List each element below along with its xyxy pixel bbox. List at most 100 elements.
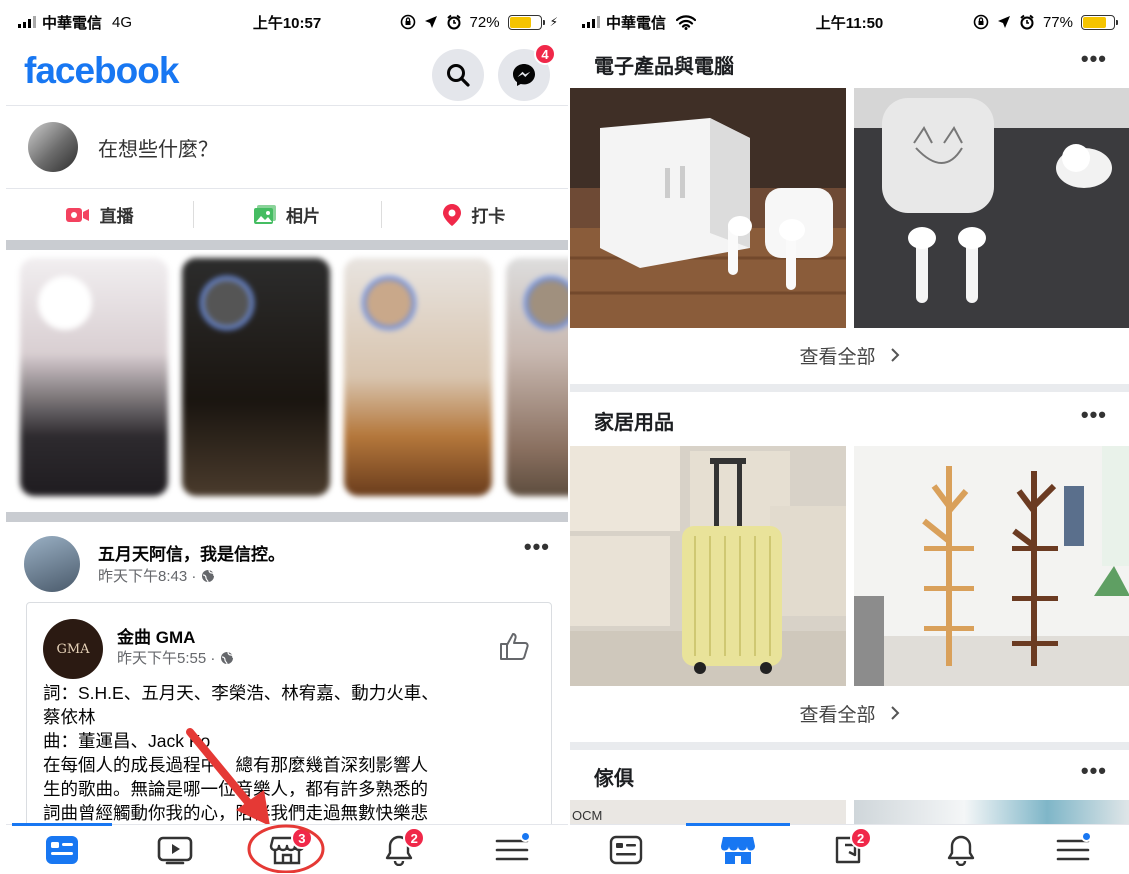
battery-icon (1081, 14, 1118, 30)
photo-button[interactable]: 相片 (193, 189, 380, 240)
tab-notifications[interactable]: 2 (343, 825, 455, 874)
marketplace-icon (720, 836, 755, 864)
cell-signal-icon (18, 16, 36, 28)
post-timestamp: 昨天下午8:43 · (98, 565, 215, 586)
home-feed-icon (609, 835, 643, 864)
category-title[interactable]: 傢俱 (594, 762, 634, 791)
live-video-button[interactable]: 直播 (6, 189, 193, 240)
wifi-icon (676, 14, 697, 30)
see-all-electronics-link[interactable]: 查看全部 (570, 330, 1129, 380)
create-story-avatar (38, 276, 92, 330)
composer-actions: 直播 相片 打卡 (6, 188, 568, 240)
battery-percent: 72% (469, 13, 500, 31)
tab-notifications[interactable] (905, 825, 1017, 874)
tab-pages[interactable]: 2 (794, 825, 906, 874)
tab-menu[interactable] (456, 825, 568, 874)
location-icon (424, 16, 437, 28)
alarm-icon (446, 14, 461, 30)
section-divider (570, 742, 1129, 750)
carrier-name: 中華電信 (42, 14, 103, 32)
story-card[interactable] (344, 258, 492, 496)
menu-dot-indicator (1081, 831, 1093, 842)
tab-home[interactable] (570, 825, 682, 874)
messenger-icon (513, 64, 535, 86)
charging-icon: ⚡ (549, 15, 558, 29)
tab-watch[interactable] (118, 825, 230, 874)
annotation-arrow (186, 728, 270, 826)
bell-icon (948, 835, 975, 866)
story-card[interactable] (20, 258, 168, 496)
thumbs-up-icon (500, 633, 529, 660)
shared-post[interactable]: GMA 金曲 GMA 昨天下午5:55 · 詞：S.H.E、五月天、李榮浩、林宥… (26, 602, 552, 842)
status-bar: 中華電信 4G 上午10:57 72% ⚡ (6, 0, 568, 44)
network-type: 4G (112, 13, 133, 31)
marketplace-screen: 中華電信 上午11:50 77% 電子產品與電腦 ••• 查看全部 家居用品 •… (570, 0, 1129, 874)
search-icon (447, 64, 470, 87)
category-title[interactable]: 家居用品 (594, 406, 674, 435)
post-author-avatar[interactable] (24, 536, 80, 592)
battery-icon (507, 14, 545, 30)
story-avatar (362, 276, 416, 330)
battery-percent: 77% (1042, 13, 1073, 31)
photo-label: 相片 (285, 207, 320, 226)
product-tile-airpods-case[interactable] (854, 88, 1129, 328)
see-all-home-goods-link[interactable]: 查看全部 (570, 688, 1129, 738)
clock: 上午11:50 (815, 14, 884, 32)
facebook-logo: facebook (24, 50, 179, 91)
post-author-name[interactable]: 五月天阿信，我是信控。 (98, 540, 285, 565)
like-button[interactable] (499, 631, 531, 666)
story-card[interactable] (182, 258, 330, 496)
alarm-icon (1020, 14, 1034, 30)
notification-badge: 2 (403, 827, 426, 849)
check-in-button[interactable]: 打卡 (380, 189, 568, 240)
bottom-tab-bar: 2 (570, 823, 1129, 874)
cell-signal-icon (582, 16, 600, 28)
post-text-line: 詞：S.H.E、五月天、李榮浩、林宥嘉、動力火車、 (43, 683, 439, 703)
post-more-button[interactable]: ••• (524, 534, 550, 560)
product-tile-airpods[interactable] (570, 88, 846, 328)
stories-tray (6, 258, 568, 506)
check-in-label: 打卡 (471, 207, 506, 226)
composer-placeholder[interactable]: 在想些什麼？ (98, 133, 218, 162)
live-video-icon (65, 207, 89, 222)
clock: 上午10:57 (252, 14, 322, 32)
see-all-label: 查看全部 (799, 704, 876, 726)
story-avatar (200, 276, 254, 330)
gma-logo[interactable]: GMA (43, 619, 103, 679)
story-avatar (524, 276, 568, 330)
home-feed-icon (46, 835, 79, 864)
globe-icon (220, 651, 234, 665)
category-more-button[interactable]: ••• (1081, 758, 1107, 784)
user-avatar[interactable] (28, 122, 78, 172)
tab-marketplace[interactable]: 3 (231, 824, 343, 874)
category-more-button[interactable]: ••• (1081, 402, 1107, 428)
search-button[interactable] (432, 49, 484, 101)
tab-menu[interactable] (1017, 825, 1129, 874)
post-time: 昨天下午8:43 · (98, 568, 201, 585)
category-more-button[interactable]: ••• (1081, 46, 1107, 72)
orientation-lock-icon (973, 14, 989, 30)
section-divider (570, 384, 1129, 392)
see-all-label: 查看全部 (799, 346, 876, 368)
section-divider (6, 240, 568, 250)
live-video-label: 直播 (99, 207, 134, 226)
category-title[interactable]: 電子產品與電腦 (594, 50, 734, 79)
app-header: facebook 4 (6, 43, 568, 106)
carrier-name: 中華電信 (606, 14, 667, 32)
chevron-right-icon (890, 706, 899, 720)
watch-video-icon (157, 836, 192, 864)
feed-post-header: 五月天阿信，我是信控。 昨天下午8:43 · ••• (6, 532, 568, 592)
bottom-tab-bar: 3 2 (6, 823, 568, 874)
story-card[interactable] (506, 258, 568, 496)
product-tile-suitcase[interactable] (570, 446, 846, 686)
shared-author-name[interactable]: 金曲 GMA (117, 623, 195, 648)
post-composer[interactable]: 在想些什麼？ (6, 107, 568, 187)
tab-marketplace[interactable] (682, 825, 794, 874)
product-tile-coat-rack[interactable] (854, 446, 1129, 686)
shared-time: 昨天下午5:55 · (117, 650, 220, 667)
airpods-case-image (854, 88, 1129, 328)
tab-home[interactable] (6, 825, 118, 874)
check-in-icon (443, 203, 462, 226)
messenger-button[interactable]: 4 (498, 43, 556, 101)
suitcase-image (570, 446, 846, 686)
